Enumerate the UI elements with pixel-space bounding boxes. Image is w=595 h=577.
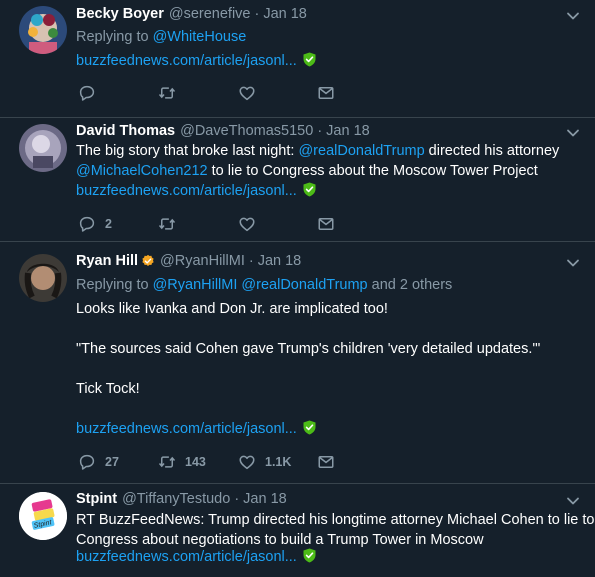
chevron-down-icon[interactable] <box>565 255 581 271</box>
tweet-text: to lie to Congress about the Moscow Towe… <box>207 163 538 179</box>
direct-message-icon <box>317 84 335 102</box>
reply-count: 27 <box>105 455 119 469</box>
chevron-down-icon[interactable] <box>565 8 581 24</box>
like-icon <box>238 84 256 102</box>
author-handle[interactable]: @TiffanyTestudo <box>122 491 230 507</box>
tweet-date[interactable]: Jan 18 <box>258 253 302 269</box>
avatar[interactable] <box>19 6 67 54</box>
mention-link[interactable]: @MichaelCohen212 <box>76 163 208 179</box>
like-icon <box>238 453 256 471</box>
separator-dot: · <box>317 123 323 139</box>
tweet-date[interactable]: Jan 18 <box>263 6 307 22</box>
replying-others[interactable]: and 2 others <box>372 277 453 293</box>
separator-dot: · <box>248 253 254 269</box>
tweet[interactable]: Ryan Hill @RyanHillMI · Jan 18 Replying … <box>0 242 595 484</box>
author-handle[interactable]: @RyanHillMI <box>160 253 245 269</box>
avatar[interactable] <box>19 124 67 172</box>
chevron-down-icon[interactable] <box>565 125 581 141</box>
tweet-text: Congress about negotiations to build a T… <box>76 532 484 548</box>
avatar[interactable] <box>19 254 67 302</box>
url-link[interactable]: buzzfeednews.com/article/jasonl... <box>76 421 297 437</box>
avatar[interactable]: Stpint <box>19 492 67 540</box>
reply-button[interactable]: 2 <box>78 214 112 234</box>
verified-badge-icon <box>141 254 155 268</box>
direct-message-button[interactable] <box>317 214 335 234</box>
replying-label: Replying to <box>76 277 149 293</box>
like-button[interactable] <box>238 214 256 234</box>
author-name[interactable]: Becky Boyer <box>76 6 164 22</box>
safe-link-shield-icon <box>303 548 316 563</box>
retweet-icon <box>158 84 176 102</box>
separator-dot: · <box>254 6 260 22</box>
replying-label: Replying to <box>76 29 149 45</box>
url-link[interactable]: buzzfeednews.com/article/jasonl... <box>76 549 297 565</box>
safe-link-shield-icon <box>303 52 316 67</box>
tweet-text: Looks like Ivanka and Don Jr. are implic… <box>76 301 388 317</box>
tweet-date[interactable]: Jan 18 <box>326 123 370 139</box>
url-link[interactable]: buzzfeednews.com/article/jasonl... <box>76 53 297 69</box>
author-name[interactable]: Stpint <box>76 491 117 507</box>
safe-link-shield-icon <box>303 420 316 435</box>
chevron-down-icon[interactable] <box>565 493 581 509</box>
like-button[interactable]: 1.1K <box>238 452 291 472</box>
reply-icon <box>78 453 96 471</box>
separator-dot: · <box>234 491 240 507</box>
retweet-button[interactable]: 143 <box>158 452 206 472</box>
tweet[interactable]: Stpint Stpint @TiffanyTestudo · Jan 18 R… <box>0 484 595 577</box>
retweet-button[interactable] <box>158 83 176 103</box>
reply-icon <box>78 215 96 233</box>
reply-button[interactable] <box>78 83 96 103</box>
direct-message-button[interactable] <box>317 83 335 103</box>
safe-link-shield-icon <box>303 182 316 197</box>
mention-link[interactable]: @realDonaldTrump <box>298 143 424 159</box>
retweet-icon <box>158 453 176 471</box>
tweet[interactable]: David Thomas @DaveThomas5150 · Jan 18 Th… <box>0 118 595 242</box>
reply-icon <box>78 84 96 102</box>
author-name[interactable]: Ryan Hill <box>76 253 138 269</box>
direct-message-button[interactable] <box>317 452 335 472</box>
mention-link[interactable]: @realDonaldTrump <box>241 277 367 293</box>
direct-message-icon <box>317 215 335 233</box>
reply-button[interactable]: 27 <box>78 452 119 472</box>
reply-count: 2 <box>105 217 112 231</box>
author-handle[interactable]: @serenefive <box>169 6 251 22</box>
tweet-date[interactable]: Jan 18 <box>243 491 287 507</box>
tweet[interactable]: Becky Boyer @serenefive · Jan 18 Replyin… <box>0 0 595 118</box>
author-handle[interactable]: @DaveThomas5150 <box>180 123 313 139</box>
like-count: 1.1K <box>265 455 292 469</box>
tweet-text: Tick Tock! <box>76 381 140 397</box>
like-icon <box>238 215 256 233</box>
like-button[interactable] <box>238 83 256 103</box>
mention-link[interactable]: @WhiteHouse <box>153 29 247 45</box>
tweet-text: RT BuzzFeedNews: Trump directed his long… <box>76 512 595 528</box>
url-link[interactable]: buzzfeednews.com/article/jasonl... <box>76 183 297 199</box>
tweet-text: directed his attorney <box>424 143 560 159</box>
retweet-icon <box>158 215 176 233</box>
mention-link[interactable]: @RyanHillMI <box>153 277 238 293</box>
tweet-text: The big story that broke last night: <box>76 143 299 159</box>
tweet-text: "The sources said Cohen gave Trump's chi… <box>76 341 541 357</box>
retweet-button[interactable] <box>158 214 176 234</box>
retweet-count: 143 <box>185 455 206 469</box>
direct-message-icon <box>317 453 335 471</box>
author-name[interactable]: David Thomas <box>76 123 175 139</box>
